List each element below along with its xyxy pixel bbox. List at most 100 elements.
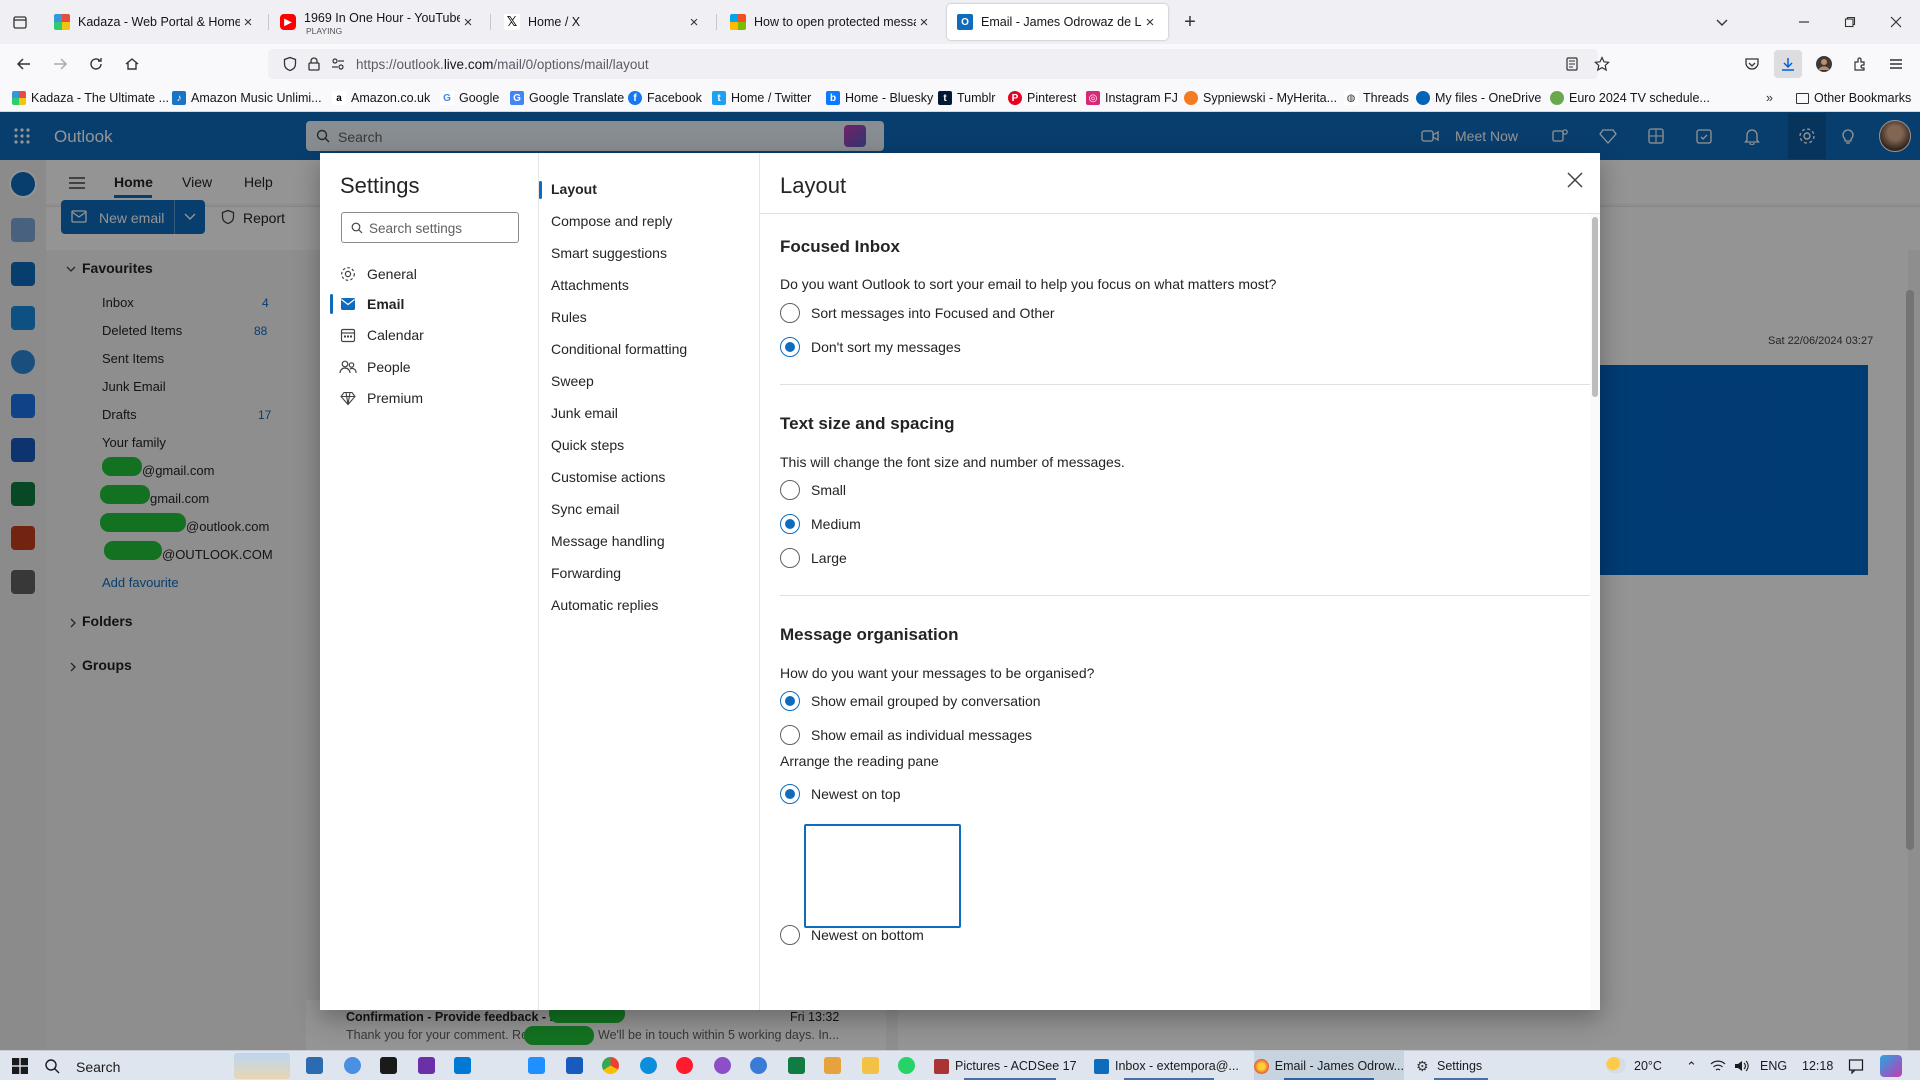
chevron-up-icon[interactable]: ⌃ bbox=[1686, 1059, 1697, 1075]
browser-tab-x[interactable]: 𝕏 Home / X × bbox=[494, 4, 712, 40]
taskbar-search-label[interactable]: Search bbox=[76, 1059, 120, 1075]
settings-search-input[interactable]: Search settings bbox=[341, 212, 519, 243]
nav-rules[interactable]: Rules bbox=[551, 309, 587, 325]
taskbar-app-firefox[interactable]: Email - James Odrow... bbox=[1254, 1051, 1404, 1080]
windows-start-icon[interactable] bbox=[12, 1058, 28, 1074]
lock-icon[interactable] bbox=[306, 56, 322, 72]
nav-attachments[interactable]: Attachments bbox=[551, 277, 629, 293]
browser-tab-outlook[interactable]: O Email - James Odrowaz de Lore × bbox=[947, 4, 1168, 40]
shield-icon[interactable] bbox=[282, 56, 298, 72]
other-bookmarks[interactable]: Other Bookmarks bbox=[1796, 89, 1911, 107]
radio-grouped-by-conversation[interactable]: Show email grouped by conversation bbox=[780, 690, 1041, 712]
bookmark-twitter[interactable]: tHome / Twitter bbox=[712, 89, 811, 107]
opera-icon[interactable] bbox=[676, 1057, 693, 1074]
bookmark-onedrive[interactable]: My files - OneDrive bbox=[1416, 89, 1541, 107]
forward-icon[interactable] bbox=[48, 52, 72, 76]
nav-automatic-replies[interactable]: Automatic replies bbox=[551, 597, 658, 613]
task-view-icon[interactable] bbox=[306, 1057, 323, 1074]
bookmark-threads[interactable]: ◍Threads bbox=[1344, 89, 1409, 107]
close-window-icon[interactable] bbox=[1884, 10, 1908, 34]
list-all-tabs-icon[interactable] bbox=[1710, 10, 1734, 34]
bookmark-myheritage[interactable]: Sypniewski - MyHerita... bbox=[1184, 89, 1337, 107]
url-text[interactable]: https://outlook.live.com/mail/0/options/… bbox=[356, 57, 649, 72]
extensions-icon[interactable] bbox=[1848, 52, 1872, 76]
bookmark-instagram[interactable]: ◎Instagram FJ bbox=[1086, 89, 1178, 107]
close-tab-icon[interactable]: × bbox=[1142, 14, 1158, 31]
bookmark-tumblr[interactable]: tTumblr bbox=[938, 89, 995, 107]
notification-center-icon[interactable] bbox=[1848, 1058, 1864, 1074]
more-bookmarks-icon[interactable]: » bbox=[1766, 89, 1773, 107]
category-general[interactable]: General bbox=[338, 262, 417, 286]
app-orange-icon[interactable] bbox=[824, 1057, 841, 1074]
radio-text-medium[interactable]: Medium bbox=[780, 513, 861, 535]
clock[interactable]: 12:18 bbox=[1802, 1059, 1833, 1073]
radio-individual-messages[interactable]: Show email as individual messages bbox=[780, 724, 1032, 746]
close-tab-icon[interactable]: × bbox=[686, 14, 702, 31]
new-tab-icon[interactable]: + bbox=[1178, 10, 1202, 34]
category-email[interactable]: Email bbox=[338, 292, 404, 316]
reader-view-icon[interactable] bbox=[1564, 56, 1580, 72]
browser-tab-kadaza[interactable]: Kadaza - Web Portal & Homep × bbox=[44, 4, 266, 40]
file-explorer-icon[interactable] bbox=[862, 1057, 879, 1074]
back-icon[interactable] bbox=[12, 52, 36, 76]
chrome-icon[interactable] bbox=[602, 1057, 619, 1074]
close-tab-icon[interactable]: × bbox=[240, 14, 256, 31]
copilot-taskbar-icon[interactable] bbox=[1880, 1055, 1902, 1077]
taskbar-search-icon[interactable] bbox=[44, 1058, 60, 1074]
category-people[interactable]: People bbox=[338, 355, 411, 379]
radio-dont-sort[interactable]: Don't sort my messages bbox=[780, 336, 961, 358]
radio-newest-on-top[interactable]: Newest on top bbox=[780, 783, 901, 805]
bookmark-pinterest[interactable]: PPinterest bbox=[1008, 89, 1076, 107]
taskbar-app-acdsee[interactable]: Pictures - ACDSee 17 bbox=[934, 1051, 1086, 1080]
bookmark-star-icon[interactable] bbox=[1590, 52, 1614, 76]
nav-sync-email[interactable]: Sync email bbox=[551, 501, 619, 517]
browser-tab-youtube[interactable]: ▶ 1969 In One Hour - YouTube PLAYING × bbox=[270, 4, 486, 40]
word-icon[interactable] bbox=[566, 1057, 583, 1074]
radio-sort-focused-other[interactable]: Sort messages into Focused and Other bbox=[780, 302, 1055, 324]
weather-icon[interactable] bbox=[1606, 1057, 1626, 1073]
url-bar[interactable]: https://outlook.live.com/mail/0/options/… bbox=[268, 49, 1598, 79]
bookmark-amazon[interactable]: aAmazon.co.uk bbox=[332, 89, 430, 107]
bookmark-google[interactable]: GGoogle bbox=[440, 89, 499, 107]
app-circle-icon[interactable] bbox=[750, 1057, 767, 1074]
wifi-icon[interactable] bbox=[1710, 1059, 1726, 1073]
close-settings-button[interactable] bbox=[1560, 165, 1590, 195]
bookmark-kadaza[interactable]: Kadaza - The Ultimate ... bbox=[12, 89, 169, 107]
radio-newest-on-bottom[interactable]: Newest on bottom bbox=[780, 924, 924, 946]
downloads-icon[interactable] bbox=[1774, 50, 1802, 78]
nav-sweep[interactable]: Sweep bbox=[551, 373, 594, 389]
nav-compose-and-reply[interactable]: Compose and reply bbox=[551, 213, 672, 229]
app-violet-icon[interactable] bbox=[714, 1057, 731, 1074]
permissions-icon[interactable] bbox=[330, 56, 346, 72]
reload-icon[interactable] bbox=[84, 52, 108, 76]
radio-text-small[interactable]: Small bbox=[780, 479, 846, 501]
bookmark-bluesky[interactable]: bHome - Bluesky bbox=[826, 89, 933, 107]
excel-icon[interactable] bbox=[788, 1057, 805, 1074]
whatsapp-icon[interactable] bbox=[898, 1057, 915, 1074]
restore-icon[interactable] bbox=[1838, 10, 1862, 34]
taskbar-app-inbox[interactable]: Inbox - extempora@... bbox=[1094, 1051, 1244, 1080]
category-premium[interactable]: Premium bbox=[338, 386, 423, 410]
tab-list-icon[interactable] bbox=[8, 10, 32, 34]
home-icon[interactable] bbox=[120, 52, 144, 76]
widgets-icon[interactable] bbox=[344, 1057, 361, 1074]
nav-layout[interactable]: Layout bbox=[551, 181, 597, 197]
bookmark-euro-2024[interactable]: Euro 2024 TV schedule... bbox=[1550, 89, 1710, 107]
minimize-icon[interactable] bbox=[1792, 10, 1816, 34]
browser-tab-how-to[interactable]: How to open protected messag × bbox=[720, 4, 942, 40]
menu-icon[interactable] bbox=[1884, 52, 1908, 76]
nav-conditional-formatting[interactable]: Conditional formatting bbox=[551, 341, 687, 357]
volume-icon[interactable] bbox=[1734, 1059, 1750, 1073]
settings-scrollbar-thumb[interactable] bbox=[1592, 217, 1598, 397]
language-indicator[interactable]: ENG bbox=[1760, 1059, 1787, 1073]
category-calendar[interactable]: Calendar bbox=[338, 323, 424, 347]
edge-icon[interactable] bbox=[640, 1057, 657, 1074]
radio-text-large[interactable]: Large bbox=[780, 547, 847, 569]
app-purple-icon[interactable] bbox=[418, 1057, 435, 1074]
nav-junk-email[interactable]: Junk email bbox=[551, 405, 618, 421]
app-store-icon[interactable] bbox=[528, 1057, 545, 1074]
terminal-icon[interactable] bbox=[380, 1057, 397, 1074]
nav-message-handling[interactable]: Message handling bbox=[551, 533, 665, 549]
nav-smart-suggestions[interactable]: Smart suggestions bbox=[551, 245, 667, 261]
bookmark-google-translate[interactable]: GGoogle Translate bbox=[510, 89, 624, 107]
